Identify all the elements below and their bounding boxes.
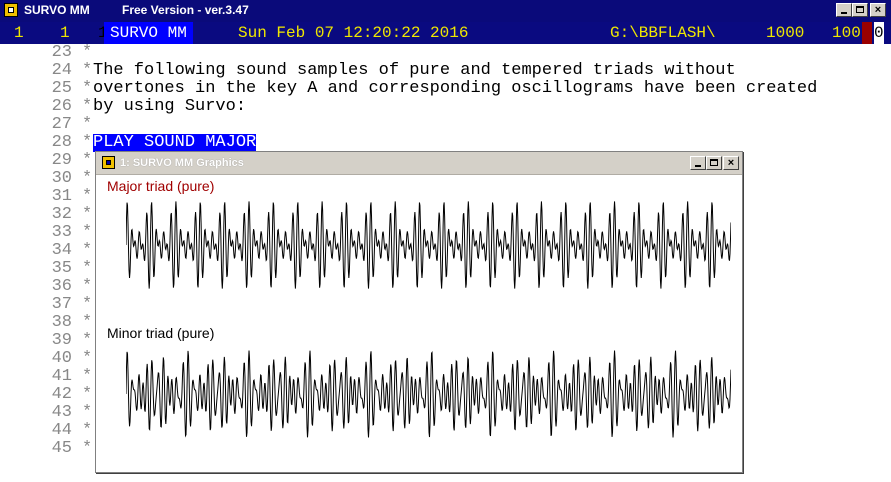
minimize-icon [695, 165, 701, 167]
close-icon: × [874, 4, 882, 16]
line-control-mark[interactable]: * [82, 206, 92, 224]
app-badge: SURVO MM [104, 22, 193, 44]
waveform-trace [126, 201, 731, 289]
line-number: 38 [51, 313, 72, 332]
line-control-mark[interactable]: * [82, 422, 92, 440]
graphics-maximize-button[interactable] [706, 156, 722, 170]
line-control-mark[interactable]: * [82, 332, 92, 350]
line-control-mark[interactable]: * [82, 188, 92, 206]
line-number: 33 [51, 223, 72, 242]
line-number: 23 [51, 43, 72, 62]
line-number: 43 [51, 403, 72, 422]
line-control-mark[interactable]: * [82, 296, 92, 314]
line-number: 32 [51, 205, 72, 224]
line-number: 30 [51, 169, 72, 188]
status-path: G:\BBFLASH\ [610, 24, 716, 42]
line-control-mark[interactable]: * [82, 278, 92, 296]
line-number: 34 [51, 241, 72, 260]
line-number: 28 [51, 133, 72, 152]
line-control-mark[interactable]: * [82, 98, 92, 116]
line-number: 24 [51, 61, 72, 80]
editor-line[interactable]: 27 * [0, 116, 891, 134]
graphics-app-icon[interactable] [102, 156, 115, 169]
minor-triad-oscillogram [126, 350, 731, 438]
line-text[interactable]: by using Survo: [93, 98, 246, 116]
editor-line[interactable]: 28 * PLAY SOUND MAJOR [0, 134, 891, 152]
line-number: 25 [51, 79, 72, 98]
editor-line[interactable]: 26 * by using Survo: [0, 98, 891, 116]
line-control-mark[interactable]: * [82, 386, 92, 404]
command-line-text[interactable]: PLAY SOUND MAJOR [93, 134, 257, 152]
close-button[interactable]: × [870, 3, 886, 17]
line-control-mark[interactable]: * [82, 80, 92, 98]
line-control-mark[interactable]: * [82, 134, 92, 152]
status-col: 1 [14, 24, 24, 42]
line-number: 40 [51, 349, 72, 368]
line-number: 37 [51, 295, 72, 314]
major-triad-oscillogram [126, 201, 731, 289]
window-version: Free Version - ver.3.47 [122, 3, 249, 17]
maximize-icon [856, 6, 864, 13]
line-number: 27 [51, 115, 72, 134]
line-control-mark[interactable]: * [82, 44, 92, 62]
line-control-mark[interactable]: * [82, 152, 92, 170]
graphics-title-bar[interactable]: 1: SURVO MM Graphics × [96, 152, 742, 175]
line-control-mark[interactable]: * [82, 62, 92, 80]
line-number: 42 [51, 385, 72, 404]
status-edit-size: 1000 [766, 24, 805, 42]
waveform-trace [126, 350, 731, 438]
minimize-icon [841, 12, 847, 14]
line-number: 44 [51, 421, 72, 440]
status-row: 1 [60, 24, 70, 42]
editor-line[interactable]: 23 * [0, 44, 891, 62]
line-control-mark[interactable]: * [82, 314, 92, 332]
close-icon: × [727, 157, 735, 169]
line-number: 35 [51, 259, 72, 278]
status-flag-block [862, 22, 872, 44]
graphics-minimize-button[interactable] [690, 156, 706, 170]
line-text[interactable]: The following sound samples of pure and … [93, 62, 736, 80]
app-icon[interactable] [4, 3, 18, 17]
maximize-icon [710, 159, 718, 166]
line-control-mark[interactable]: * [82, 224, 92, 242]
line-number: 29 [51, 151, 72, 170]
line-control-mark[interactable]: * [82, 440, 92, 458]
editor-line[interactable]: 24 * The following sound samples of pure a… [0, 62, 891, 80]
line-number: 41 [51, 367, 72, 386]
line-control-mark[interactable]: * [82, 404, 92, 422]
line-text[interactable]: overtones in the key A and corresponding… [93, 80, 817, 98]
line-control-mark[interactable]: * [82, 260, 92, 278]
window-title: SURVO MM [24, 3, 90, 17]
editor-line[interactable]: 25 * overtones in the key A and correspond… [0, 80, 891, 98]
minimize-button[interactable] [836, 3, 852, 17]
line-number: 39 [51, 331, 72, 350]
minor-triad-label: Minor triad (pure) [107, 325, 215, 341]
graphics-title: 1: SURVO MM Graphics [120, 157, 244, 169]
line-number: 36 [51, 277, 72, 296]
major-triad-label: Major triad (pure) [107, 178, 215, 194]
line-number: 26 [51, 97, 72, 116]
line-control-mark[interactable]: * [82, 368, 92, 386]
maximize-button[interactable] [852, 3, 868, 17]
status-datetime: Sun Feb 07 12:20:22 2016 [238, 24, 469, 42]
status-flag: 0 [874, 22, 884, 44]
status-bar: 1 1 1 SURVO MM Sun Feb 07 12:20:22 2016 … [0, 22, 891, 44]
status-edit-cols: 100 [832, 24, 861, 42]
line-control-mark[interactable]: * [82, 242, 92, 260]
graphics-close-button[interactable]: × [723, 156, 739, 170]
graphics-window[interactable]: 1: SURVO MM Graphics × Major triad (pure… [95, 151, 743, 473]
line-number: 31 [51, 187, 72, 206]
line-control-mark[interactable]: * [82, 350, 92, 368]
line-number: 45 [51, 439, 72, 458]
main-title-bar[interactable]: SURVO MM Free Version - ver.3.47 × [0, 0, 891, 22]
line-control-mark[interactable]: * [82, 116, 92, 134]
line-control-mark[interactable]: * [82, 170, 92, 188]
